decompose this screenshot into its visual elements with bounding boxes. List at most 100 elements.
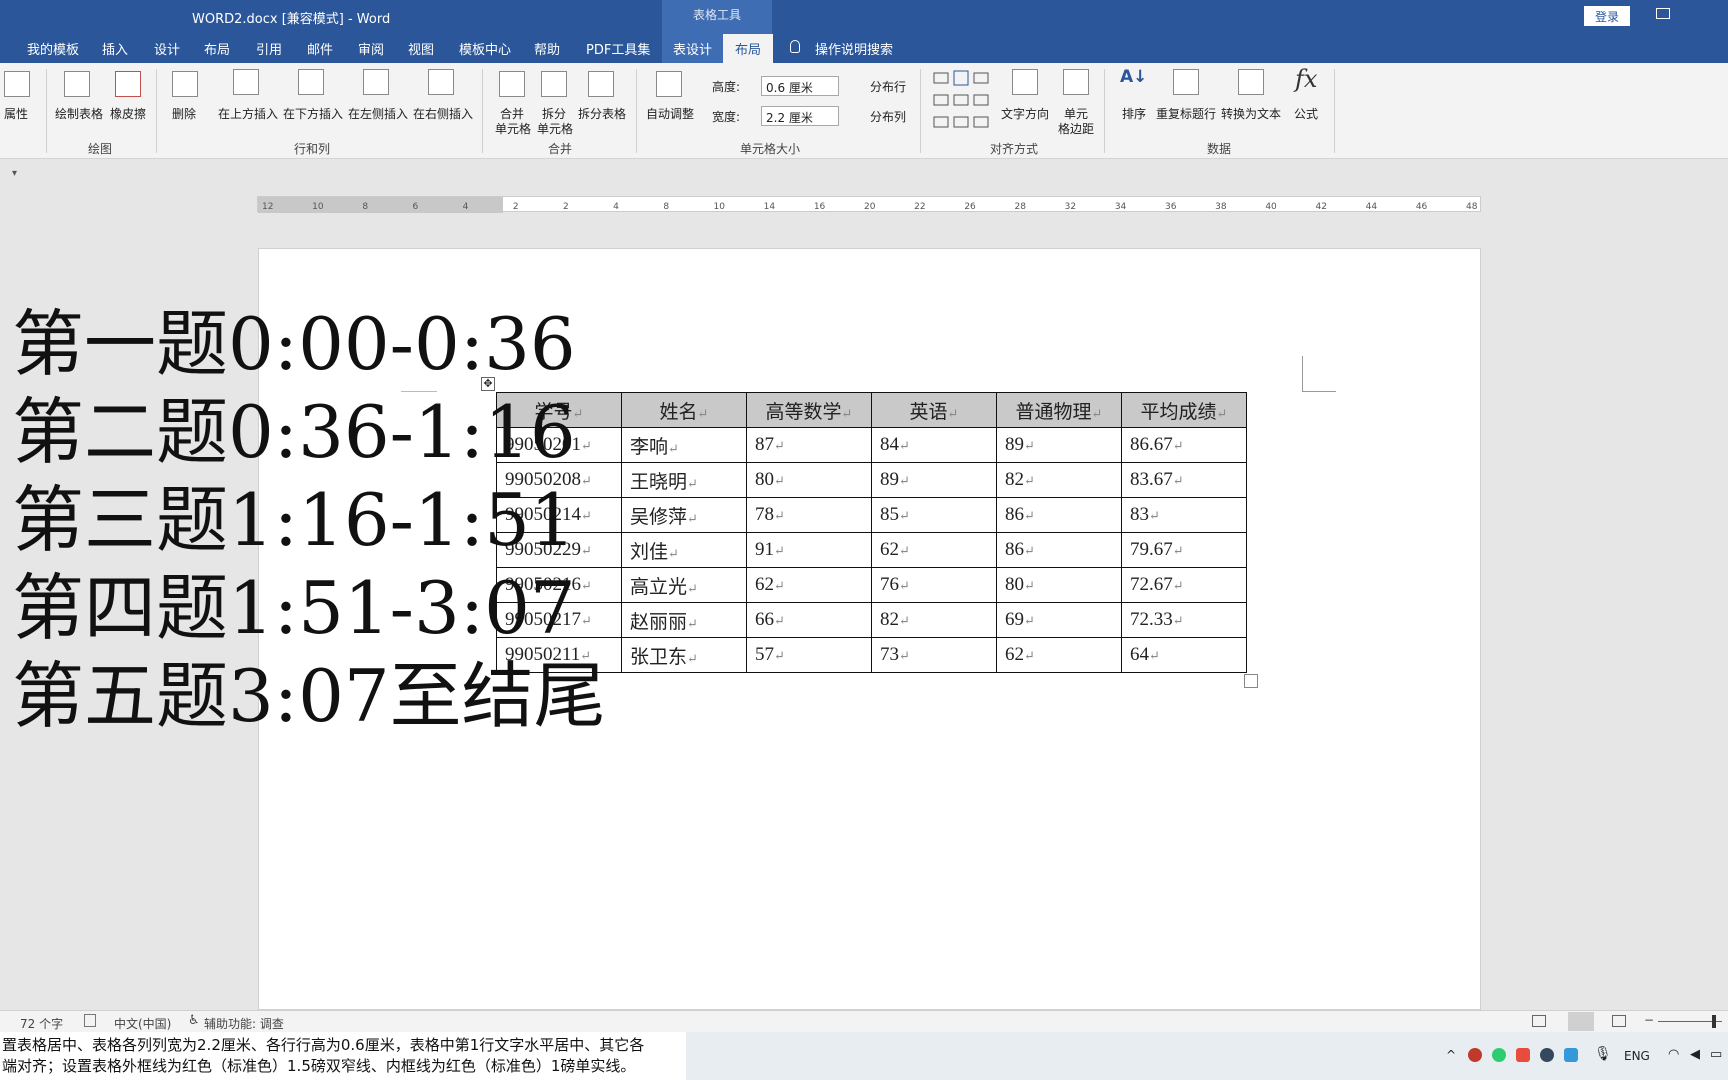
formula-button[interactable]: 公式 (1294, 105, 1318, 122)
table-cell[interactable]: 73↵ (871, 637, 997, 673)
zoom-slider-thumb[interactable] (1712, 1015, 1716, 1028)
table-cell[interactable]: 72.33↵ (1121, 602, 1247, 638)
table-cell[interactable]: 78↵ (746, 497, 872, 533)
split-table-button[interactable]: 拆分表格 (578, 105, 626, 122)
header-cell[interactable]: 高等数学↵ (746, 392, 872, 428)
table-cell[interactable]: 80↵ (746, 462, 872, 498)
language-indicator[interactable]: 中文(中国) (114, 1015, 171, 1032)
table-cell[interactable]: 62↵ (746, 567, 872, 603)
volume-icon[interactable]: ◀ (1690, 1047, 1700, 1062)
table-cell[interactable]: 66↵ (746, 602, 872, 638)
table-cell[interactable]: 91↵ (746, 532, 872, 568)
table-cell[interactable]: 79.67↵ (1121, 532, 1247, 568)
proofing-icon[interactable] (84, 1014, 96, 1027)
table-cell[interactable]: 64↵ (1121, 637, 1247, 673)
alignment-grid[interactable] (932, 69, 990, 129)
table-cell[interactable]: 86.67↵ (1121, 427, 1247, 463)
tab-pdf-tools[interactable]: PDF工具集 (586, 39, 650, 58)
ribbon-display-icon[interactable] (1656, 8, 1670, 19)
table-cell[interactable]: 69↵ (996, 602, 1122, 638)
table-cell[interactable]: 89↵ (871, 462, 997, 498)
table-cell[interactable]: 62↵ (996, 637, 1122, 673)
zoom-out-icon[interactable]: − (1644, 1013, 1654, 1027)
microphone-icon[interactable]: 🎙 (1594, 1046, 1612, 1062)
table-cell[interactable]: 李响↵ (621, 427, 747, 463)
word-count[interactable]: 72 个字 (20, 1015, 63, 1032)
table-cell[interactable]: 王晓明↵ (621, 462, 747, 498)
table-cell[interactable]: 82↵ (871, 602, 997, 638)
header-cell[interactable]: 姓名↵ (621, 392, 747, 428)
tray-store-icon[interactable] (1564, 1048, 1578, 1062)
draw-table-button[interactable]: 绘制表格 (55, 105, 103, 122)
insert-above-button[interactable]: 在上方插入 (218, 105, 278, 122)
tab-references[interactable]: 引用 (256, 39, 282, 58)
table-cell[interactable]: 84↵ (871, 427, 997, 463)
table-cell[interactable]: 80↵ (996, 567, 1122, 603)
table-cell[interactable]: 张卫东↵ (621, 637, 747, 673)
score-table[interactable]: 学号↵ 姓名↵ 高等数学↵ 英语↵ 普通物理↵ 平均成绩↵ 99050201↵ 李… (496, 392, 1247, 673)
input-language[interactable]: ENG (1624, 1049, 1650, 1063)
tab-help[interactable]: 帮助 (534, 39, 560, 58)
tab-my-templates[interactable]: 我的模板 (27, 39, 79, 58)
read-mode-icon[interactable] (1532, 1015, 1546, 1027)
properties-button[interactable]: 属性 (4, 105, 28, 122)
table-cell[interactable]: 86↵ (996, 532, 1122, 568)
tray-wechat-icon[interactable] (1492, 1048, 1506, 1062)
horizontal-ruler[interactable]: 12 10 8 6 4 2 2 4 8 10 14 16 20 22 26 28 32 34 36 38 40 42 44 4… (257, 196, 1481, 213)
table-cell[interactable]: 85↵ (871, 497, 997, 533)
web-layout-icon[interactable] (1612, 1015, 1626, 1027)
tab-template-center[interactable]: 模板中心 (459, 39, 511, 58)
repeat-header-button[interactable]: 重复标题行 (1156, 105, 1216, 122)
table-cell[interactable]: 89↵ (996, 427, 1122, 463)
accessibility-status[interactable]: 辅助功能: 调查 (204, 1015, 284, 1032)
text-direction-button[interactable]: 文字方向 (1001, 105, 1049, 122)
battery-icon[interactable]: ▭ (1710, 1047, 1722, 1062)
convert-text-button[interactable]: 转换为文本 (1221, 105, 1281, 122)
table-cell[interactable]: 赵丽丽↵ (621, 602, 747, 638)
print-layout-icon[interactable] (1568, 1012, 1594, 1031)
sort-button[interactable]: 排序 (1122, 105, 1146, 122)
distribute-cols-button[interactable]: 分布列 (870, 108, 906, 125)
table-cell[interactable]: 86↵ (996, 497, 1122, 533)
table-cell[interactable]: 57↵ (746, 637, 872, 673)
login-button[interactable]: 登录 (1584, 6, 1630, 26)
table-cell[interactable]: 高立光↵ (621, 567, 747, 603)
distribute-rows-button[interactable]: 分布行 (870, 78, 906, 95)
table-cell[interactable]: 87↵ (746, 427, 872, 463)
table-cell[interactable]: 76↵ (871, 567, 997, 603)
insert-below-button[interactable]: 在下方插入 (283, 105, 343, 122)
tray-netease-icon[interactable] (1516, 1048, 1530, 1062)
table-resize-handle[interactable] (1244, 674, 1258, 688)
insert-right-button[interactable]: 在右侧插入 (413, 105, 473, 122)
eraser-button[interactable]: 橡皮擦 (110, 105, 146, 122)
tray-chevron-icon[interactable]: ^ (1446, 1048, 1456, 1062)
table-cell[interactable]: 83.67↵ (1121, 462, 1247, 498)
table-cell[interactable]: 72.67↵ (1121, 567, 1247, 603)
tab-design[interactable]: 设计 (154, 39, 180, 58)
table-cell[interactable]: 62↵ (871, 532, 997, 568)
table-cell[interactable]: 82↵ (996, 462, 1122, 498)
autofit-button[interactable]: 自动调整 (646, 105, 694, 122)
header-cell[interactable]: 英语↵ (871, 392, 997, 428)
wifi-icon[interactable]: ◠ (1668, 1047, 1679, 1062)
tab-layout[interactable]: 布局 (204, 39, 230, 58)
table-cell[interactable]: 吴修萍↵ (621, 497, 747, 533)
tab-mailings[interactable]: 邮件 (307, 39, 333, 58)
header-cell[interactable]: 平均成绩↵ (1121, 392, 1247, 428)
tab-view[interactable]: 视图 (408, 39, 434, 58)
width-field[interactable]: 2.2 厘米 (761, 106, 839, 126)
tell-me-search[interactable]: 操作说明搜索 (815, 39, 893, 58)
table-cell[interactable]: 刘佳↵ (621, 532, 747, 568)
tab-insert[interactable]: 插入 (102, 39, 128, 58)
table-cell[interactable]: 83↵ (1121, 497, 1247, 533)
tab-table-design[interactable]: 表设计 (673, 39, 712, 58)
header-cell[interactable]: 普通物理↵ (996, 392, 1122, 428)
delete-button[interactable]: 删除 (172, 105, 196, 122)
tab-table-layout[interactable]: 布局 (723, 34, 773, 63)
alignment-icons[interactable] (932, 69, 990, 129)
height-field[interactable]: 0.6 厘米 (761, 76, 839, 96)
customize-caret-icon[interactable]: ▾ (12, 168, 17, 179)
insert-left-button[interactable]: 在左侧插入 (348, 105, 408, 122)
tray-app-icon[interactable] (1468, 1048, 1482, 1062)
tab-review[interactable]: 审阅 (358, 39, 384, 58)
